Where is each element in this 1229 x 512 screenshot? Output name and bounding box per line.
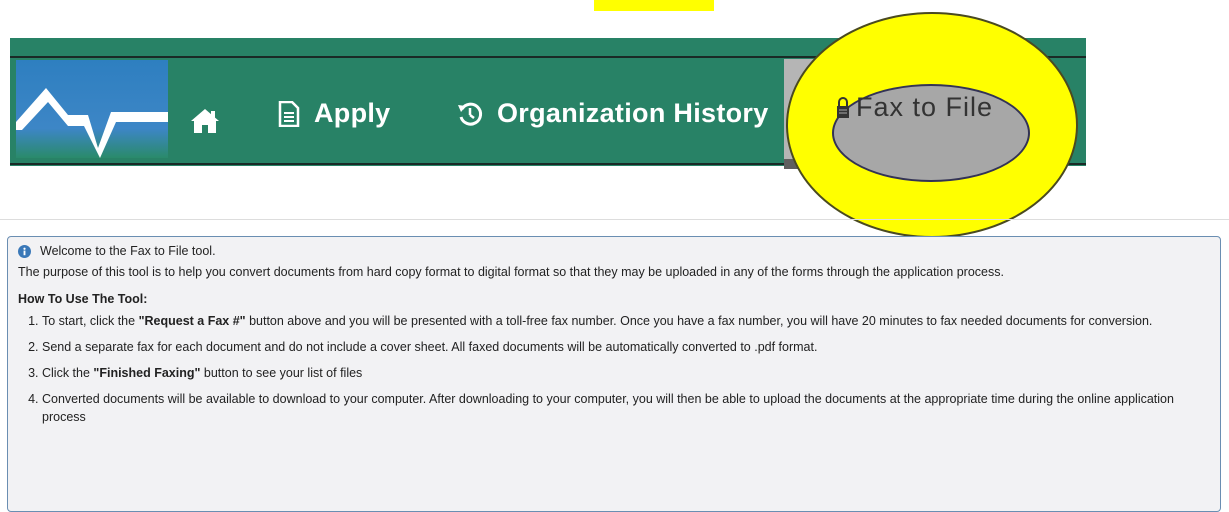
nav-fax-to-file[interactable]: Fax to File (836, 92, 993, 123)
purpose-text: The purpose of this tool is to help you … (18, 265, 1004, 279)
info-icon (18, 244, 31, 258)
section-divider (0, 219, 1229, 220)
info-panel: Welcome to the Fax to File tool. The pur… (7, 236, 1221, 512)
steps-list: To start, click the "Request a Fax #" bu… (18, 312, 1212, 426)
yellow-highlight-mark (594, 0, 714, 11)
step-item: Click the "Finished Faxing" button to se… (42, 364, 1212, 382)
site-logo[interactable] (16, 60, 168, 158)
step-text: button above and you will be presented w… (245, 314, 1153, 328)
welcome-text: Welcome to the Fax to File tool. (40, 244, 216, 258)
nav-organization-history[interactable]: Organization History (457, 98, 769, 129)
nav-apply-label: Apply (314, 98, 391, 128)
lock-icon (837, 96, 849, 118)
nav-home[interactable] (190, 108, 220, 134)
history-icon (458, 102, 483, 126)
page: Apply Organization History Fax to File W… (0, 0, 1229, 512)
step-button-name: "Request a Fax #" (138, 314, 246, 328)
nav-history-label: Organization History (497, 98, 769, 128)
document-icon (278, 100, 300, 127)
nav-fax-label: Fax to File (856, 92, 994, 122)
nav-apply[interactable]: Apply (278, 98, 391, 129)
welcome-row: Welcome to the Fax to File tool. (18, 242, 1212, 260)
step-text: Converted documents will be available to… (42, 392, 1174, 424)
step-text: Click the (42, 366, 94, 380)
step-item: Converted documents will be available to… (42, 390, 1212, 426)
step-item: To start, click the "Request a Fax #" bu… (42, 312, 1212, 330)
step-text: To start, click the (42, 314, 139, 328)
step-text: Send a separate fax for each document an… (42, 340, 818, 354)
step-text: button to see your list of files (200, 366, 363, 380)
heartbeat-logo-icon (16, 88, 168, 158)
home-icon (191, 109, 219, 133)
howto-title: How To Use The Tool: (18, 292, 148, 306)
step-item: Send a separate fax for each document an… (42, 338, 1212, 356)
step-button-name: "Finished Faxing" (93, 366, 201, 380)
